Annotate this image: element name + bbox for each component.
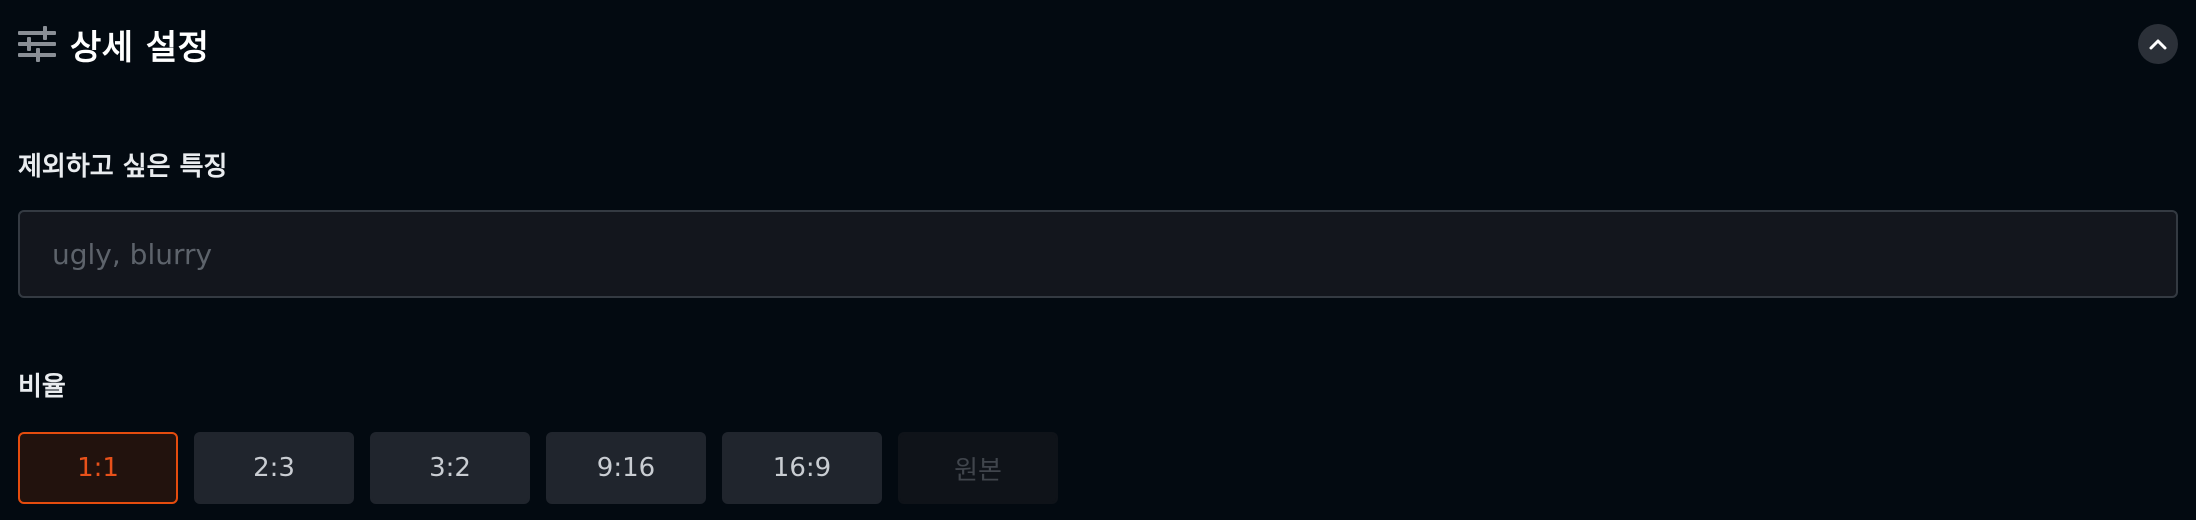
advanced-settings-panel: 상세 설정 제외하고 싶은 특징 비율 1:1 2:3 3:2 9:16 16:…	[0, 0, 2196, 520]
panel-title: 상세 설정	[70, 27, 210, 68]
ratio-option-1-1[interactable]: 1:1	[18, 432, 178, 504]
ratio-option-original: 원본	[898, 432, 1058, 504]
negative-prompt-label: 제외하고 싶은 특징	[18, 152, 228, 182]
ratio-option-9-16[interactable]: 9:16	[546, 432, 706, 504]
collapse-button[interactable]	[2138, 24, 2178, 64]
panel-header: 상세 설정	[18, 18, 209, 70]
sliders-icon	[18, 26, 56, 62]
ratio-option-16-9[interactable]: 16:9	[722, 432, 882, 504]
ratio-options: 1:1 2:3 3:2 9:16 16:9 원본	[18, 432, 1058, 504]
chevron-up-icon	[2149, 39, 2167, 50]
ratio-label: 비율	[18, 372, 66, 402]
negative-prompt-input[interactable]	[18, 210, 2178, 298]
ratio-option-3-2[interactable]: 3:2	[370, 432, 530, 504]
ratio-option-2-3[interactable]: 2:3	[194, 432, 354, 504]
